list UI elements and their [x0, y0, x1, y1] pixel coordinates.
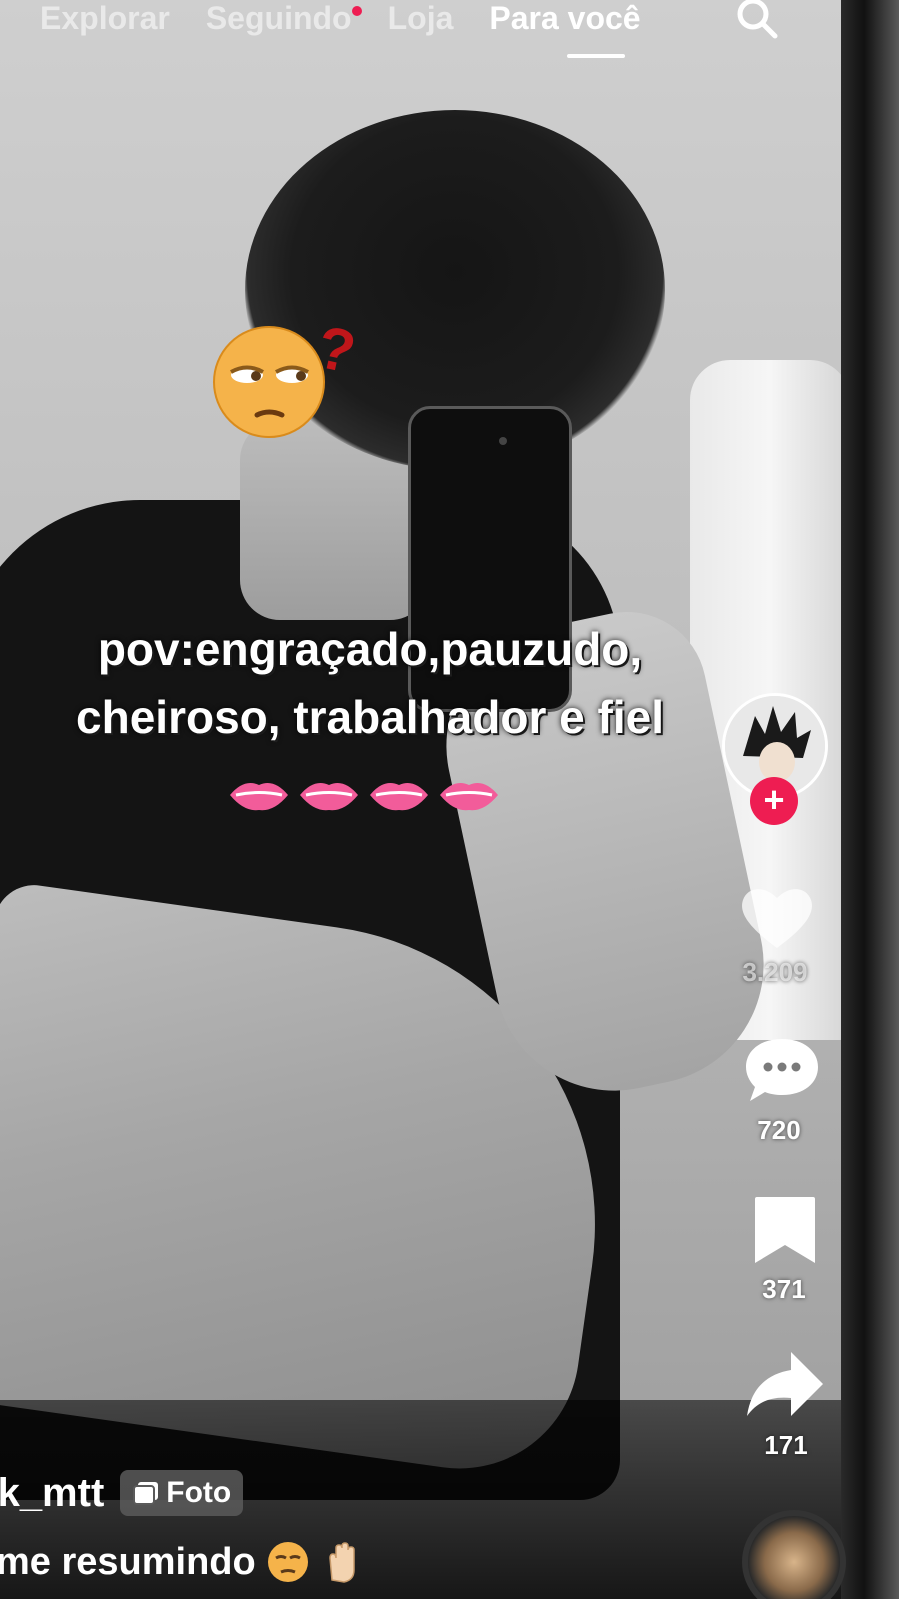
video-feed-screen: Explorar Seguindo Loja Para você ? pov:e… [0, 0, 899, 1599]
lips-emoji [300, 782, 358, 811]
comment-count: 720 [757, 1115, 801, 1145]
follow-button[interactable]: + [750, 777, 798, 825]
caption-line-2: cheiroso, trabalhador e fiel [76, 691, 664, 743]
like-count: 3.209 [742, 957, 808, 987]
lips-emoji [440, 782, 498, 811]
active-tab-indicator [567, 54, 625, 58]
save-count: 371 [762, 1274, 806, 1304]
lips-emoji [370, 782, 428, 811]
unamused-face-emoji [267, 1542, 308, 1582]
tab-shop[interactable]: Loja [388, 0, 454, 37]
post-description-row[interactable]: me resumindo [0, 1540, 364, 1584]
share-count: 171 [764, 1430, 808, 1460]
top-tab-bar: Explorar Seguindo Loja Para você [40, 0, 800, 48]
comment-icon[interactable] [742, 1035, 822, 1105]
heart-icon[interactable] [737, 882, 817, 952]
share-icon[interactable] [745, 1350, 825, 1420]
post-caption-overlay: pov:engraçado,pauzudo, cheiroso, trabalh… [30, 615, 710, 751]
lips-emoji-row [228, 776, 500, 814]
media-type-badge: Foto [120, 1470, 244, 1516]
bookmark-icon[interactable] [745, 1195, 825, 1265]
photo-icon [133, 1482, 159, 1505]
tab-following[interactable]: Seguindo [206, 0, 352, 36]
unamused-face-sticker [212, 325, 327, 440]
author-username[interactable]: rk_mtt [0, 1471, 104, 1516]
tab-following-wrap: Seguindo [206, 0, 362, 37]
lips-emoji [230, 782, 288, 811]
author-row: rk_mtt Foto [0, 1470, 244, 1516]
notification-dot [351, 5, 362, 16]
tab-explore[interactable]: Explorar [40, 0, 170, 37]
raised-hand-emoji [328, 1542, 355, 1583]
device-bezel [841, 0, 899, 1599]
media-type-label: Foto [166, 1476, 232, 1509]
post-description: me resumindo [0, 1540, 256, 1583]
tab-for-you[interactable]: Para você [489, 0, 640, 37]
phone-camera [499, 437, 507, 445]
caption-line-1: pov:engraçado,pauzudo, [97, 623, 643, 675]
search-icon[interactable] [733, 0, 781, 42]
